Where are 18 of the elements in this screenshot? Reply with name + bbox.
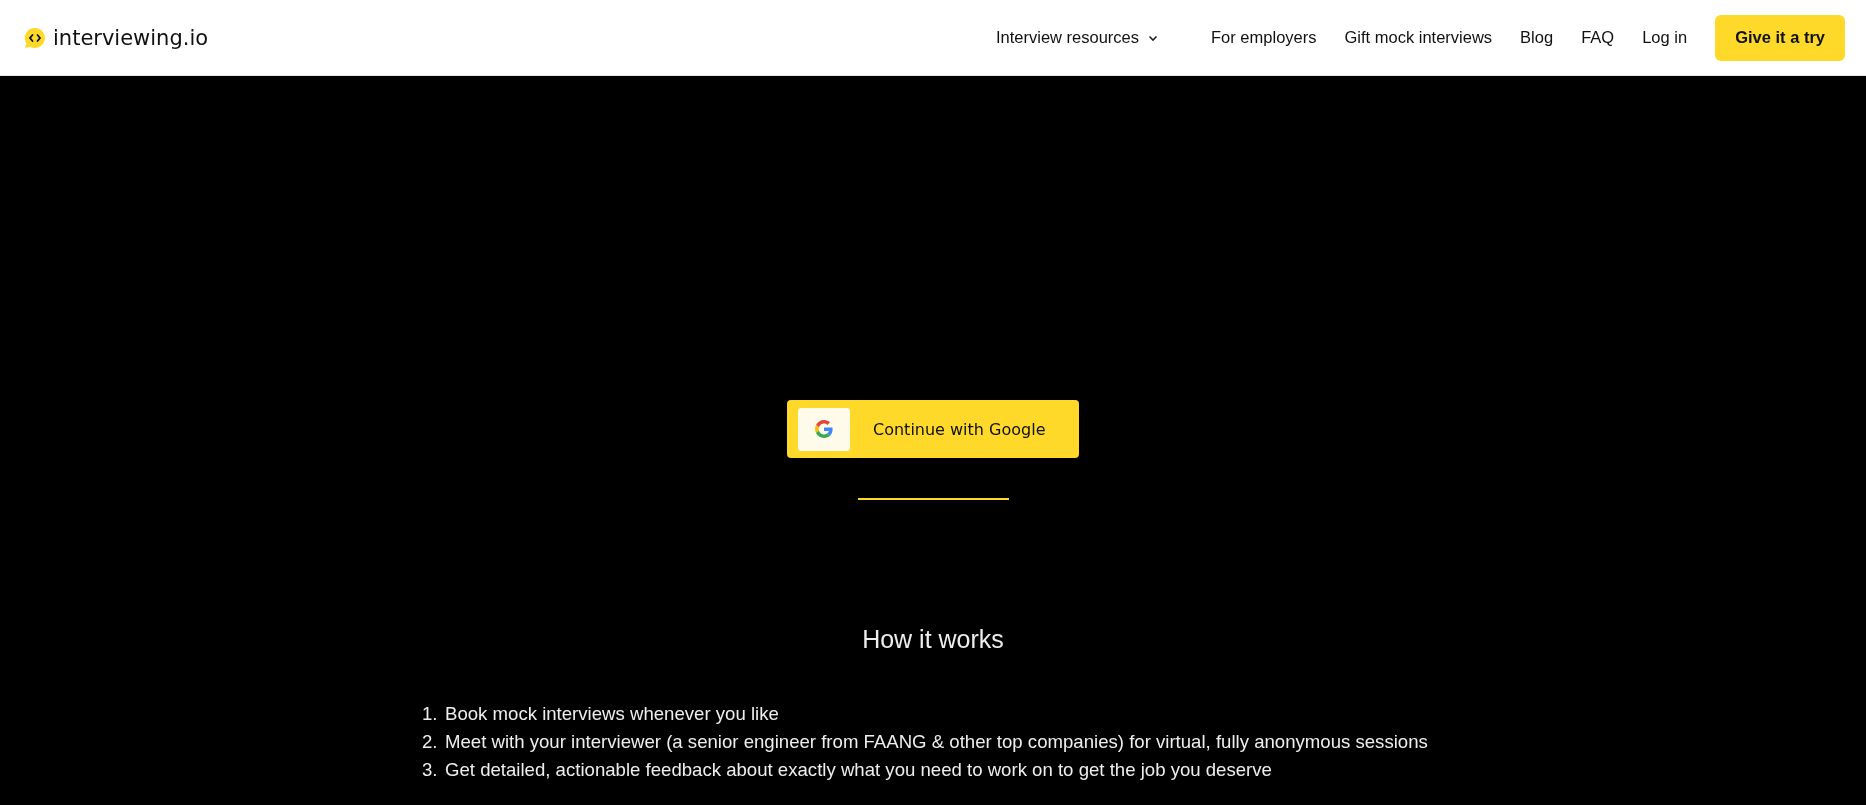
logo-icon <box>23 25 47 50</box>
nav-link[interactable]: For employers <box>1211 28 1317 47</box>
section-title: How it works <box>862 625 1004 654</box>
step-text: Meet with your interviewer (a senior engineer from FAANG & other top companies) for virtual, fully anonymous sessions <box>445 730 1428 754</box>
step-text: Book mock interviews whenever you like <box>445 702 779 726</box>
nav-link[interactable]: Blog <box>1520 28 1554 47</box>
step-number: 2. <box>422 730 439 754</box>
step-text: Get detailed, actionable feedback about exactly what you need to work on to get the job you deserve <box>445 758 1272 782</box>
nav-link[interactable]: Log in <box>1642 28 1688 47</box>
nav-link[interactable]: FAQ <box>1581 28 1615 47</box>
nav-link[interactable]: Gift mock interviews <box>1344 28 1493 47</box>
continue-with-google-button[interactable]: Continue with Google <box>787 400 1079 458</box>
give-it-a-try-button[interactable]: Give it a try <box>1715 14 1845 61</box>
step-number: 1. <box>422 702 439 726</box>
google-icon <box>815 420 833 438</box>
step-number: 3. <box>422 758 439 782</box>
nav-dropdown[interactable]: Interview resources <box>995 28 1160 47</box>
logo-link[interactable]: interviewing.io <box>53 25 209 50</box>
